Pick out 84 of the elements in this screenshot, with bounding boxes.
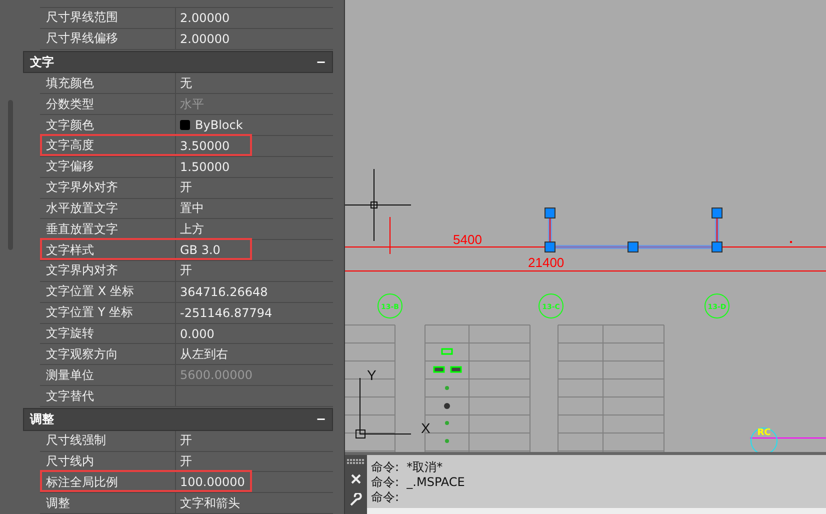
property-name: 垂直放置文字 <box>40 219 176 240</box>
grip-handle[interactable] <box>544 208 556 218</box>
selected-dimension[interactable] <box>548 216 719 249</box>
property-row[interactable]: 水平放置文字 置中 <box>40 198 333 220</box>
property-name: 文字颜色 <box>40 115 176 135</box>
property-name: 尺寸界线偏移 <box>40 28 176 49</box>
property-row[interactable]: 尺寸线内 开 <box>40 452 333 472</box>
property-row[interactable]: 文字位置 Y 坐标 -251146.87794 <box>40 302 333 324</box>
property-value[interactable]: 0.000 <box>176 324 333 344</box>
property-row[interactable]: 文字观察方向 从左到右 <box>40 344 333 366</box>
property-name: 文字界内对齐 <box>40 261 176 281</box>
grip-icon[interactable] <box>347 459 365 465</box>
property-row[interactable]: 文字界内对齐 开 <box>40 261 333 282</box>
property-value[interactable]: 文字和箭头 <box>176 493 333 514</box>
property-row[interactable]: 尺寸界线范围 2.00000 <box>40 8 333 29</box>
tag-bubble: RC <box>750 428 778 452</box>
command-history-line: 命令: *取消* <box>371 460 443 475</box>
command-history-line: 命令: _.MSPACE <box>371 475 465 490</box>
property-row[interactable]: 文字位置 X 坐标 364716.26648 <box>40 282 333 303</box>
property-name: 分数类型 <box>40 94 176 114</box>
property-value[interactable]: 置中 <box>176 198 333 218</box>
property-value[interactable]: -251146.87794 <box>176 302 333 323</box>
property-value[interactable]: 无 <box>176 73 333 94</box>
dimension-text: 5400 <box>453 232 482 247</box>
property-name: 文字替代 <box>40 386 176 406</box>
command-history-line: 命令: <box>371 490 400 505</box>
property-row[interactable]: 文字替代 <box>40 386 333 407</box>
property-value[interactable]: 上方 <box>176 219 333 240</box>
property-row[interactable]: 文字旋转 0.000 <box>40 324 333 344</box>
property-name: 尺寸界线范围 <box>40 8 176 28</box>
property-row[interactable]: 尺寸线强制 开 <box>40 430 333 452</box>
collapse-toggle[interactable]: − <box>316 55 326 70</box>
property-value[interactable]: 开 <box>176 178 333 198</box>
property-value[interactable]: 2.00000 <box>176 28 333 49</box>
property-name: 调整 <box>40 493 176 514</box>
property-row[interactable]: 文字界外对齐 开 <box>40 178 333 199</box>
property-name: 测量单位 <box>40 365 176 386</box>
property-value[interactable]: 100.00000 <box>176 472 333 492</box>
property-name: 文字位置 X 坐标 <box>40 282 176 302</box>
property-value[interactable]: 1.50000 <box>176 156 333 177</box>
section-title: 文字 <box>30 54 54 71</box>
property-row[interactable]: 调整 文字和箭头 <box>40 493 333 514</box>
property-value[interactable]: 3.50000 <box>176 136 333 156</box>
property-name: 填充颜色 <box>40 73 176 94</box>
property-value[interactable]: 开 <box>176 261 333 281</box>
grip-handle[interactable] <box>544 242 556 252</box>
property-name: 文字界外对齐 <box>40 178 176 198</box>
property-value[interactable]: 开 <box>176 430 333 451</box>
property-value[interactable]: ByBlock <box>176 115 333 135</box>
property-name: 水平放置文字 <box>40 198 176 218</box>
property-name: 尺寸线强制 <box>40 430 176 451</box>
property-row[interactable]: 尺寸界线偏移 2.00000 <box>40 28 333 50</box>
property-name: 文字旋转 <box>40 324 176 344</box>
property-value[interactable]: GB 3.0 <box>176 240 333 260</box>
section-title: 调整 <box>30 410 54 428</box>
property-row[interactable]: 文字颜色 ByBlock <box>40 115 333 136</box>
section-header[interactable]: 调整 − <box>23 408 333 431</box>
property-name: 文字位置 Y 坐标 <box>40 302 176 323</box>
property-name: 文字观察方向 <box>40 344 176 364</box>
property-value[interactable]: 开 <box>176 452 333 472</box>
property-name: 文字高度 <box>40 136 176 156</box>
property-value[interactable]: 364716.26648 <box>176 282 333 302</box>
property-row[interactable]: 文字高度 3.50000 <box>40 136 333 157</box>
property-name: 尺寸线内 <box>40 452 176 472</box>
property-value[interactable]: 2.00000 <box>176 8 333 28</box>
grip-handle[interactable] <box>712 208 722 218</box>
wrench-icon[interactable] <box>349 493 363 507</box>
collapse-toggle[interactable]: − <box>316 412 326 426</box>
property-row[interactable]: 填充颜色 无 <box>40 73 333 94</box>
property-value[interactable]: 从左到右 <box>176 344 333 364</box>
property-name: 标注全局比例 <box>40 472 176 492</box>
property-name: 文字偏移 <box>40 156 176 177</box>
command-input[interactable] <box>367 508 826 514</box>
property-row[interactable]: 标注全局比例 100.00000 <box>40 472 333 494</box>
property-row[interactable]: 文字偏移 1.50000 <box>40 156 333 178</box>
grip-handle[interactable] <box>712 242 722 252</box>
grip-handle[interactable] <box>628 242 638 252</box>
dimension-text: 21400 <box>528 255 564 270</box>
property-row[interactable]: 文字样式 GB 3.0 <box>40 240 333 262</box>
close-icon[interactable] <box>351 474 361 484</box>
property-row[interactable]: 垂直放置文字 上方 <box>40 219 333 240</box>
property-name: 文字样式 <box>40 240 176 260</box>
point-mark <box>790 241 792 243</box>
section-header[interactable]: 文字 − <box>23 50 333 74</box>
